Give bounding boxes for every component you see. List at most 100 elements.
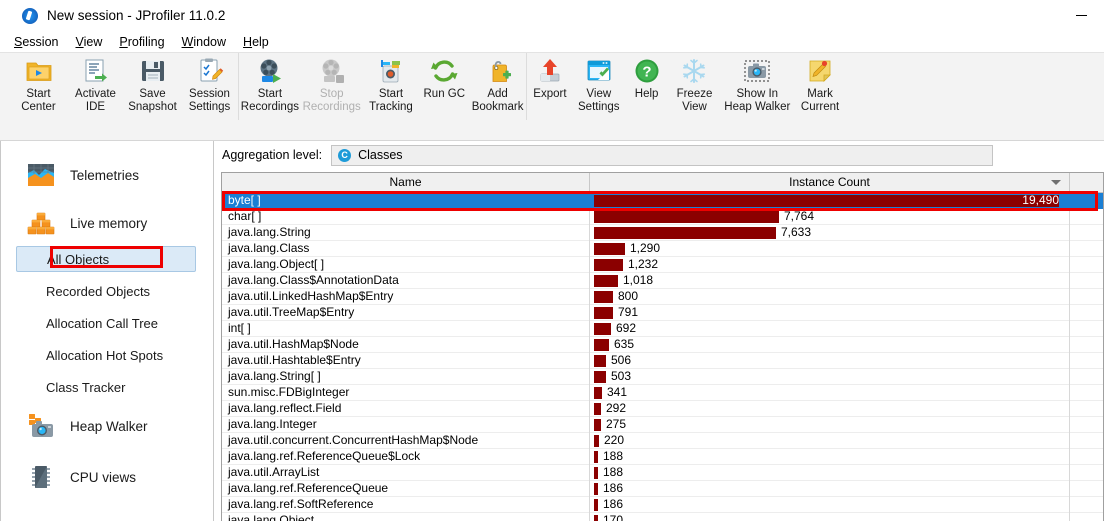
cell-class-name: sun.misc.FDBigInteger [222,385,590,401]
table-row[interactable]: java.lang.ref.SoftReference 186 [222,497,1103,513]
run-gc-button[interactable]: Run GC [419,53,469,120]
table-row[interactable]: int[ ] 692 [222,321,1103,337]
start-center-button[interactable]: Start Center [10,53,67,120]
table-row[interactable]: java.lang.Object[ ] 1,232 [222,257,1103,273]
instance-count-value: 800 [618,289,639,303]
menu-view-mnemonic: V [75,34,84,49]
cell-instance-count: 800 [590,289,1070,305]
export-button[interactable]: Export [527,53,573,120]
table-row[interactable]: java.lang.ref.ReferenceQueue$Lock 188 [222,449,1103,465]
cell-extra [1070,465,1103,481]
sidebar-item-telemetries[interactable]: Telemetries [0,151,214,199]
table-row[interactable]: java.lang.Integer 275 [222,417,1103,433]
sidebar-item-allocation-hot-spots[interactable]: Allocation Hot Spots [16,342,196,368]
aggregation-level-combo[interactable]: C Classes [331,144,994,166]
add-bookmark-label: Add Bookmark [471,88,524,113]
save-snapshot-icon [139,57,167,85]
table-row[interactable]: java.lang.String[ ] 503 [222,369,1103,385]
export-icon [536,57,564,85]
sidebar-item-heap-walker-label: Heap Walker [70,418,148,434]
instance-count-value: 506 [611,353,632,367]
column-header-instance-count[interactable]: Instance Count [590,173,1070,192]
telemetries-icon [26,160,56,190]
help-button[interactable]: ? Help [625,53,669,120]
table-row[interactable]: sun.misc.FDBigInteger 341 [222,385,1103,401]
activate-ide-button[interactable]: Activate IDE [67,53,124,120]
session-settings-label: Session Settings [188,88,231,113]
table-row[interactable]: char[ ] 7,764 [222,209,1103,225]
menu-view[interactable]: View [75,35,102,49]
cell-extra [1070,353,1103,369]
column-header-name[interactable]: Name [222,173,590,192]
session-settings-icon [196,57,224,85]
window-controls [1058,0,1104,31]
cell-class-name: java.util.TreeMap$Entry [222,305,590,321]
table-row[interactable]: java.lang.String 7,633 [222,225,1103,241]
session-settings-button[interactable]: Session Settings [181,53,238,120]
cell-instance-count: 275 [590,417,1070,433]
menu-window-label: indow [193,34,227,49]
sidebar-item-recorded-objects[interactable]: Recorded Objects [16,278,196,304]
instance-count-bar [594,435,599,447]
instance-count-bar [594,403,601,415]
svg-text:?: ? [642,64,651,81]
table-row[interactable]: java.util.LinkedHashMap$Entry 800 [222,289,1103,305]
minimize-button[interactable] [1058,0,1104,31]
cell-class-name: java.lang.Class$AnnotationData [222,273,590,289]
table-row[interactable]: java.lang.Object 170 [222,513,1103,521]
cell-class-name: java.lang.String [222,225,590,241]
run-gc-label: Run GC [423,88,466,100]
table-row[interactable]: byte[ ] 19,490 [222,193,1103,209]
cell-class-name: java.lang.Integer [222,417,590,433]
cell-class-name: byte[ ] [222,193,590,209]
instance-count-value: 791 [618,305,639,319]
column-header-extra[interactable] [1070,173,1103,192]
objects-table[interactable]: Name Instance Count byte[ ] 19,490 char[ ]… [221,172,1104,521]
window-title: New session - JProfiler 11.0.2 [47,8,226,23]
table-row[interactable]: java.lang.ref.ReferenceQueue 186 [222,481,1103,497]
save-snapshot-button[interactable]: Save Snapshot [124,53,181,120]
cell-class-name: int[ ] [222,321,590,337]
table-row[interactable]: java.util.concurrent.ConcurrentHashMap$N… [222,433,1103,449]
sidebar-item-allocation-call-tree[interactable]: Allocation Call Tree [16,310,196,336]
sidebar-item-live-memory[interactable]: Live memory [0,199,214,247]
menu-help-mnemonic: H [243,34,253,49]
start-tracking-icon [377,57,405,85]
table-row[interactable]: java.lang.reflect.Field 292 [222,401,1103,417]
instance-count-value: 220 [604,433,625,447]
instance-count-bar [594,323,611,335]
menu-profiling-mnemonic: P [119,34,128,49]
sidebar-item-cpu-views[interactable]: CPU views [0,453,214,501]
instance-count-value: 188 [603,449,624,463]
sidebar-item-all-objects[interactable]: All Objects [16,246,196,272]
menu-help[interactable]: Help [243,35,269,49]
start-tracking-button[interactable]: Start Tracking [363,53,420,120]
ribbon-buttons: Start Center Activate IDE Save Snapshot Ses… [10,53,846,120]
table-row[interactable]: java.lang.Class$AnnotationData 1,018 [222,273,1103,289]
cell-class-name: java.lang.ref.SoftReference [222,497,590,513]
table-row[interactable]: java.util.ArrayList 188 [222,465,1103,481]
sidebar-item-heap-walker[interactable]: Heap Walker [0,402,214,450]
start-recordings-button[interactable]: Start Recordings [239,53,301,120]
cell-extra [1070,337,1103,353]
cell-class-name: java.lang.Object [222,513,590,521]
menu-profiling[interactable]: Profiling [119,35,164,49]
menu-session[interactable]: Session [14,35,58,49]
cell-instance-count: 1,290 [590,241,1070,257]
cell-instance-count: 341 [590,385,1070,401]
cell-extra [1070,401,1103,417]
table-row[interactable]: java.util.Hashtable$Entry 506 [222,353,1103,369]
table-row[interactable]: java.util.TreeMap$Entry 791 [222,305,1103,321]
freeze-view-button[interactable]: Freeze View [669,53,721,120]
cell-class-name: java.lang.reflect.Field [222,401,590,417]
menu-window[interactable]: Window [182,35,226,49]
sidebar-item-class-tracker[interactable]: Class Tracker [16,374,196,400]
cell-class-name: java.lang.ref.ReferenceQueue$Lock [222,449,590,465]
show-in-heap-walker-button[interactable]: Show In Heap Walker [720,53,794,120]
mark-current-button[interactable]: Mark Current [794,53,846,120]
cell-instance-count: 186 [590,481,1070,497]
table-row[interactable]: java.util.HashMap$Node 635 [222,337,1103,353]
add-bookmark-button[interactable]: Add Bookmark [469,53,526,120]
table-row[interactable]: java.lang.Class 1,290 [222,241,1103,257]
view-settings-button[interactable]: View Settings [573,53,625,120]
